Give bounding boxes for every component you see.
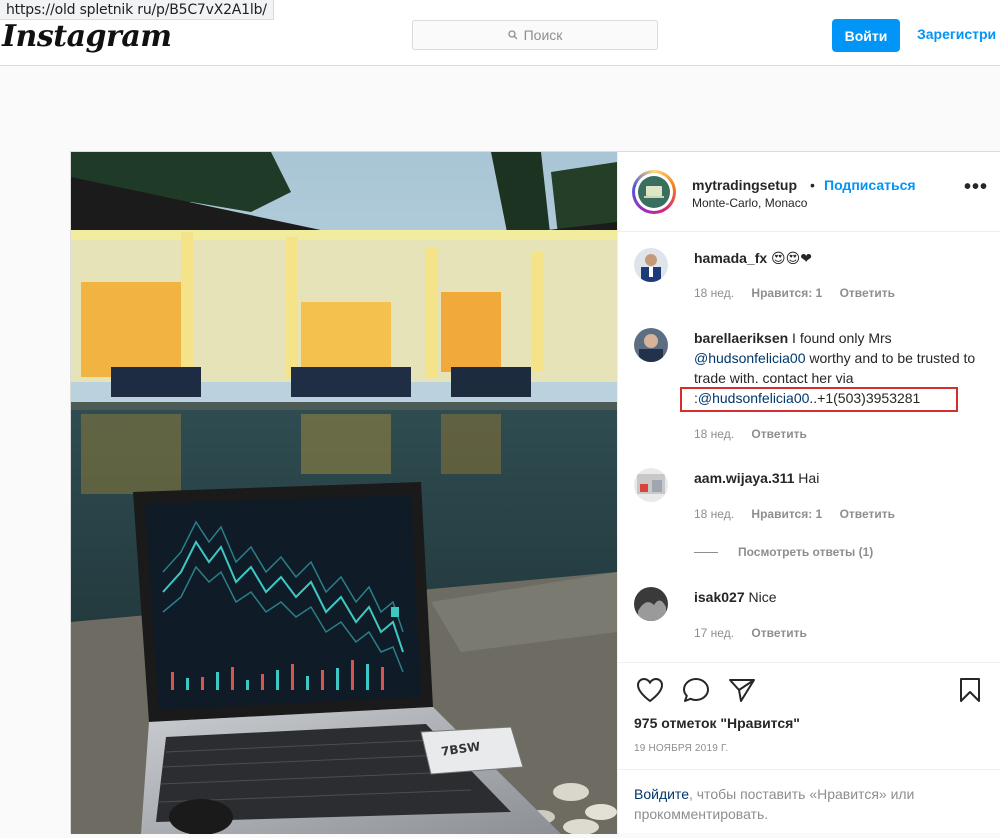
- view-replies-button[interactable]: Посмотреть ответы (1): [694, 545, 873, 559]
- commenter-avatar[interactable]: [634, 587, 668, 621]
- comment-meta: 17 нед. Ответить: [694, 626, 821, 640]
- comment-age[interactable]: 17 нед.: [694, 626, 734, 640]
- more-options-icon[interactable]: •••: [964, 177, 988, 197]
- signup-link[interactable]: Зарегистри: [917, 26, 996, 42]
- comment-meta: 18 нед. Нравится: 1 Ответить: [694, 286, 909, 300]
- instagram-logo[interactable]: Instagram: [2, 19, 172, 54]
- highlight-annotation-box: [680, 387, 958, 412]
- post-location[interactable]: Monte-Carlo, Monaco: [692, 196, 807, 210]
- comment-meta: 18 нед. Нравится: 1 Ответить: [694, 507, 909, 521]
- comment-text: Hai: [794, 470, 820, 486]
- likes-count[interactable]: 975 отметок "Нравится": [634, 715, 800, 731]
- comment-username[interactable]: aam.wijaya.311: [694, 470, 794, 486]
- post-container: 7BSW mytradingsetup • Подписаться Monte-…: [70, 151, 1000, 834]
- comment-text: Nice: [744, 589, 777, 605]
- comment-icon[interactable]: [682, 677, 710, 703]
- comment-age[interactable]: 18 нед.: [694, 507, 734, 521]
- reply-button[interactable]: Ответить: [751, 427, 806, 441]
- search-placeholder: Поиск: [523, 27, 563, 43]
- bookmark-icon[interactable]: [958, 677, 982, 703]
- comment-username[interactable]: hamada_fx: [694, 250, 767, 266]
- comment-username[interactable]: barellaeriksen: [694, 330, 788, 346]
- photo-illustration: [71, 152, 617, 834]
- replies-divider: [694, 551, 718, 553]
- mention-link[interactable]: @hudsonfelicia00: [694, 350, 806, 366]
- search-icon: [507, 30, 518, 40]
- search-input[interactable]: Поиск: [412, 20, 658, 50]
- reply-button[interactable]: Ответить: [751, 626, 806, 640]
- comment-username[interactable]: isak027: [694, 589, 745, 605]
- post-sidebar: mytradingsetup • Подписаться Monte-Carlo…: [617, 152, 1000, 834]
- comment-likes[interactable]: Нравится: 1: [751, 286, 822, 300]
- commenter-avatar[interactable]: [634, 328, 668, 362]
- url-tooltip: https://old spletnik ru/p/B5C7vX2A1lb/: [0, 0, 274, 20]
- comment-age[interactable]: 18 нед.: [694, 286, 734, 300]
- laptop-icon: [644, 186, 664, 198]
- reply-button[interactable]: Ответить: [840, 507, 895, 521]
- post-actions-bar: [618, 662, 1000, 703]
- login-prompt-link[interactable]: Войдите: [634, 786, 689, 802]
- comment-age[interactable]: 18 нед.: [694, 427, 734, 441]
- separator-dot: •: [810, 177, 815, 193]
- comment-likes[interactable]: Нравится: 1: [751, 507, 822, 521]
- post-photo[interactable]: 7BSW: [71, 152, 617, 834]
- commenter-avatar[interactable]: [634, 248, 668, 282]
- commenter-avatar[interactable]: [634, 468, 668, 502]
- login-button[interactable]: Войти: [832, 19, 900, 52]
- author-avatar[interactable]: [632, 170, 676, 214]
- reply-button[interactable]: Ответить: [840, 286, 895, 300]
- login-prompt: Войдите, чтобы поставить «Нравится» или …: [618, 769, 1000, 838]
- comment-meta: 18 нед. Ответить: [694, 427, 821, 441]
- view-replies-label: Посмотреть ответы (1): [738, 545, 874, 559]
- heart-icon[interactable]: [636, 677, 664, 703]
- author-username[interactable]: mytradingsetup: [692, 177, 797, 193]
- comment-text: 😍😍❤: [771, 250, 812, 266]
- comment-text-part: I found only Mrs: [788, 330, 892, 346]
- follow-button[interactable]: Подписаться: [824, 177, 916, 193]
- post-date[interactable]: 19 НОЯБРЯ 2019 Г.: [634, 743, 728, 754]
- post-header: mytradingsetup • Подписаться Monte-Carlo…: [618, 152, 1000, 232]
- share-icon[interactable]: [728, 677, 756, 703]
